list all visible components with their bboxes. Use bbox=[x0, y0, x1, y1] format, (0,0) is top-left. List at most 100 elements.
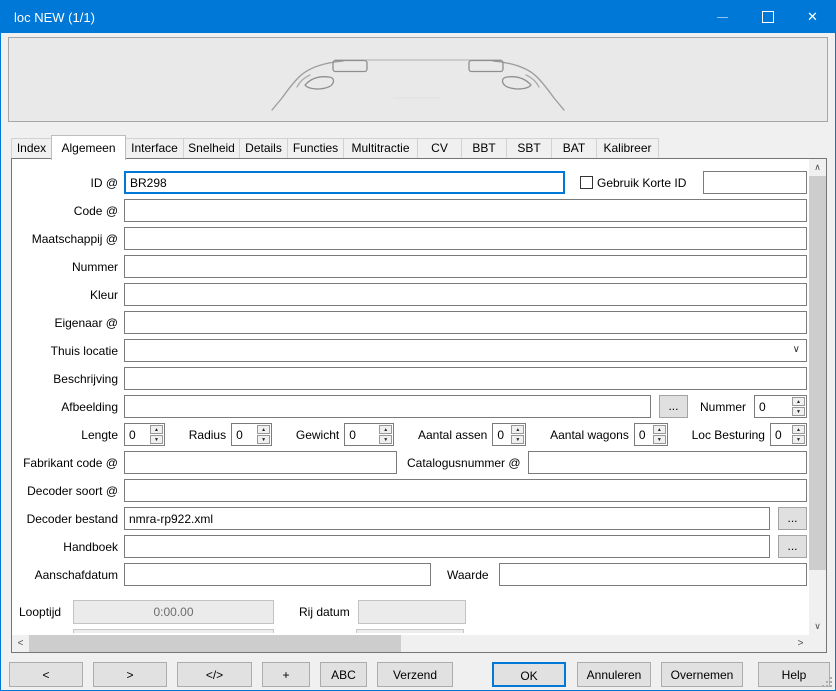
spin-up-button[interactable]: ▲ bbox=[257, 425, 270, 434]
code-input[interactable] bbox=[124, 199, 807, 222]
axles-input[interactable] bbox=[493, 424, 511, 445]
spin-up-button[interactable]: ▲ bbox=[150, 425, 163, 434]
scroll-down-button[interactable]: ∨ bbox=[809, 618, 826, 635]
length-spinner[interactable]: ▲▼ bbox=[124, 423, 165, 446]
horizontal-scroll-thumb[interactable] bbox=[29, 635, 401, 652]
form-row-manufacturer: Fabrikant code @ Catalogusnummer @ bbox=[12, 451, 807, 474]
weight-spinner[interactable]: ▲▼ bbox=[344, 423, 394, 446]
number-input[interactable] bbox=[124, 255, 807, 278]
radius-label: Radius bbox=[189, 428, 226, 442]
scroll-left-button[interactable]: < bbox=[12, 635, 29, 652]
manufacturer-input[interactable] bbox=[124, 451, 397, 474]
loc-control-spinner[interactable]: ▲▼ bbox=[770, 423, 807, 446]
manual-input[interactable] bbox=[124, 535, 770, 558]
close-button[interactable]: ✕ bbox=[790, 1, 835, 33]
spinner-buttons: ▲▼ bbox=[792, 424, 806, 445]
tab-interface[interactable]: Interface bbox=[125, 138, 184, 159]
spin-up-icon: ▲ bbox=[796, 400, 801, 404]
axles-label: Aantal assen bbox=[418, 428, 487, 442]
dialog-window: loc NEW (1/1) ✕ Index bbox=[0, 0, 836, 691]
horizontal-scrollbar[interactable]: < > bbox=[12, 635, 809, 652]
minimize-button[interactable] bbox=[700, 1, 745, 33]
short-id-input[interactable] bbox=[703, 171, 807, 194]
send-button[interactable]: Verzend bbox=[377, 662, 453, 687]
worth-input[interactable] bbox=[499, 563, 807, 586]
scroll-track[interactable] bbox=[809, 570, 826, 618]
spin-down-button[interactable]: ▼ bbox=[511, 435, 524, 444]
prev-button[interactable]: < bbox=[9, 662, 83, 687]
home-location-combobox[interactable]: ∨ bbox=[124, 339, 807, 362]
tab-bbt[interactable]: BBT bbox=[461, 138, 507, 159]
form-row-runtime: Looptijd Rij datum bbox=[12, 600, 807, 624]
length-input[interactable] bbox=[125, 424, 150, 445]
tab-sbt[interactable]: SBT bbox=[506, 138, 552, 159]
catalog-number-input[interactable] bbox=[528, 451, 807, 474]
code-button[interactable]: </> bbox=[177, 662, 252, 687]
weight-input[interactable] bbox=[345, 424, 379, 445]
spin-up-button[interactable]: ▲ bbox=[511, 425, 524, 434]
help-button[interactable]: Help bbox=[758, 662, 830, 687]
spin-up-button[interactable]: ▲ bbox=[379, 425, 392, 434]
vertical-scroll-thumb[interactable] bbox=[809, 176, 826, 570]
image-browse-button[interactable]: ... bbox=[659, 395, 688, 418]
axles-spinner[interactable]: ▲▼ bbox=[492, 423, 526, 446]
spin-down-button[interactable]: ▼ bbox=[150, 435, 163, 444]
short-id-checkbox[interactable] bbox=[580, 176, 593, 189]
decoder-file-input[interactable] bbox=[124, 507, 770, 530]
radius-input[interactable] bbox=[232, 424, 257, 445]
add-button[interactable]: + bbox=[262, 662, 310, 687]
spinner-buttons: ▲▼ bbox=[511, 424, 525, 445]
tab-snelheid[interactable]: Snelheid bbox=[183, 138, 240, 159]
apply-button[interactable]: Overnemen bbox=[661, 662, 743, 687]
wagons-input[interactable] bbox=[635, 424, 653, 445]
wagons-spinner[interactable]: ▲▼ bbox=[634, 423, 668, 446]
owner-label: Eigenaar @ bbox=[12, 316, 124, 330]
purchase-date-input[interactable] bbox=[124, 563, 431, 586]
home-location-input[interactable] bbox=[124, 339, 807, 362]
short-id-checkbox-label: Gebruik Korte ID bbox=[597, 176, 686, 190]
spin-down-button[interactable]: ▼ bbox=[379, 435, 392, 444]
decoder-file-browse-button[interactable]: ... bbox=[778, 507, 807, 530]
spin-up-icon: ▲ bbox=[261, 428, 266, 432]
tab-multitractie[interactable]: Multitractie bbox=[343, 138, 418, 159]
tab-functies[interactable]: Functies bbox=[287, 138, 344, 159]
company-input[interactable] bbox=[124, 227, 807, 250]
ok-button[interactable]: OK bbox=[492, 662, 566, 687]
spin-down-button[interactable]: ▼ bbox=[653, 435, 666, 444]
tab-bat[interactable]: BAT bbox=[551, 138, 597, 159]
tab-index[interactable]: Index bbox=[11, 138, 52, 159]
cancel-button[interactable]: Annuleren bbox=[577, 662, 651, 687]
radius-spinner[interactable]: ▲▼ bbox=[231, 423, 272, 446]
spin-up-button[interactable]: ▲ bbox=[653, 425, 666, 434]
titlebar[interactable]: loc NEW (1/1) ✕ bbox=[1, 1, 835, 33]
tab-cv[interactable]: CV bbox=[417, 138, 462, 159]
image-input[interactable] bbox=[124, 395, 651, 418]
decoder-type-input[interactable] bbox=[124, 479, 807, 502]
abc-button[interactable]: ABC bbox=[320, 662, 367, 687]
manual-browse-button[interactable]: ... bbox=[778, 535, 807, 558]
spin-up-button[interactable]: ▲ bbox=[792, 397, 805, 406]
spin-down-button[interactable]: ▼ bbox=[792, 407, 805, 416]
vertical-scrollbar[interactable]: ∧ ∨ bbox=[809, 159, 826, 635]
scroll-right-button[interactable]: > bbox=[792, 635, 809, 652]
footer-button-bar: < > </> + ABC Verzend OK Annuleren Overn… bbox=[1, 653, 835, 690]
spin-down-icon: ▼ bbox=[515, 438, 520, 442]
spin-up-button[interactable]: ▲ bbox=[792, 425, 805, 434]
resize-grip[interactable] bbox=[821, 676, 832, 687]
id-input[interactable] bbox=[124, 171, 565, 194]
maximize-button[interactable] bbox=[745, 1, 790, 33]
spin-down-button[interactable]: ▼ bbox=[792, 435, 805, 444]
owner-input[interactable] bbox=[124, 311, 807, 334]
image-number-spinner[interactable]: ▲ ▼ bbox=[754, 395, 807, 418]
control-group: Loc Besturing ▲▼ bbox=[692, 423, 807, 446]
image-number-input[interactable] bbox=[755, 396, 792, 417]
loc-control-input[interactable] bbox=[771, 424, 792, 445]
tab-kalibreer[interactable]: Kalibreer bbox=[596, 138, 659, 159]
tab-algemeen[interactable]: Algemeen bbox=[51, 135, 126, 160]
next-button[interactable]: > bbox=[93, 662, 167, 687]
description-input[interactable] bbox=[124, 367, 807, 390]
tab-details[interactable]: Details bbox=[239, 138, 288, 159]
spin-down-button[interactable]: ▼ bbox=[257, 435, 270, 444]
scroll-up-button[interactable]: ∧ bbox=[809, 159, 826, 176]
color-input[interactable] bbox=[124, 283, 807, 306]
